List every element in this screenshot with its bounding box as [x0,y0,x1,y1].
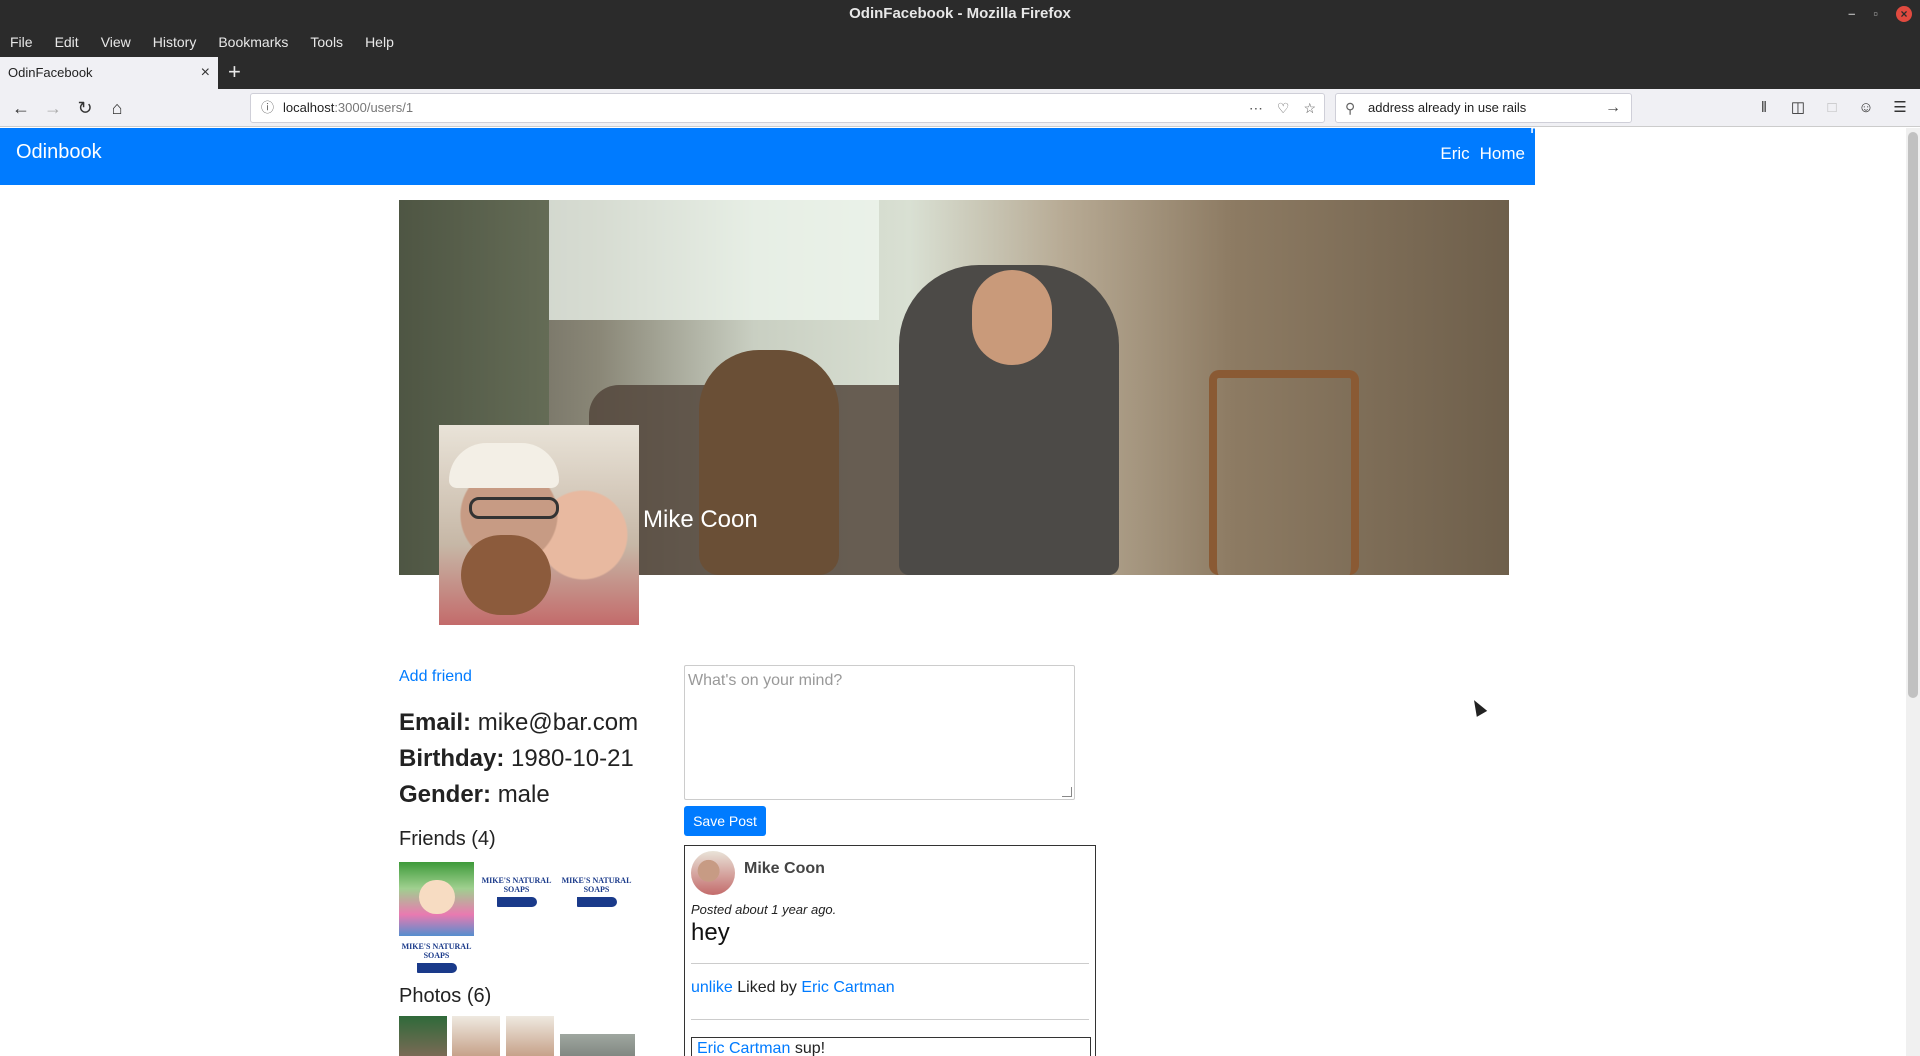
resize-handle-icon[interactable] [1062,787,1072,797]
photo-thumbnail[interactable] [506,1016,554,1056]
soap-logo: MIKE'S NATURAL SOAPS [559,862,634,907]
friend-thumbnail[interactable]: MIKE'S NATURAL SOAPS [399,936,474,986]
overflow-nav-links: Find Friends Sign Out Friend Requests(0) [1530,128,1842,138]
site-navbar: Odinbook Eric Home Find Friends Sign Out… [0,128,1842,185]
menu-view[interactable]: View [101,34,131,50]
home-icon[interactable]: ⌂ [104,95,130,121]
profile-avatar [439,425,639,625]
menu-file[interactable]: File [10,34,33,50]
post-likes-row: unlike Liked by Eric Cartman [691,979,895,997]
search-go-icon[interactable]: → [1605,94,1621,122]
profile-name: Mike Coon [643,506,758,533]
site-brand[interactable]: Odinbook [16,141,102,164]
soap-logo: MIKE'S NATURAL SOAPS [479,862,554,907]
post-body: hey [691,919,730,946]
nav-link-friend-requests[interactable]: Friend Requests(0) [1705,128,1842,138]
unlike-link[interactable]: unlike [691,979,733,996]
window-titlebar: OdinFacebook - Mozilla Firefox – ▫ × [0,0,1920,28]
maximize-icon[interactable]: ▫ [1873,0,1878,28]
tab-title: OdinFacebook [8,65,93,80]
soap-logo: MIKE'S NATURAL SOAPS [399,936,474,973]
save-post-button[interactable]: Save Post [684,806,766,836]
post-textarea[interactable]: What's on your mind? [684,665,1075,800]
site-info-icon[interactable]: ⓘ [261,94,274,122]
nav-link-find-friends[interactable]: Find Friends [1530,128,1619,138]
comment-author-link[interactable]: Eric Cartman [697,1040,790,1056]
add-friend-link[interactable]: Add friend [399,668,472,686]
nav-link-sign-out[interactable]: Sign Out [1631,128,1693,138]
search-input[interactable]: address already in use rails [1368,100,1526,115]
url-host: localhost [283,100,335,115]
photo-thumbnail[interactable] [560,1034,635,1056]
search-icon: ⚲ [1345,100,1356,116]
nav-link-home[interactable]: Home [1480,144,1525,164]
forward-icon[interactable]: → [40,95,66,121]
account-icon[interactable]: ☺ [1856,95,1876,121]
back-icon[interactable]: ← [8,95,34,121]
tab-close-icon[interactable]: × [201,57,210,89]
navigation-toolbar: ← → ↻ ⌂ ⓘ localhost:3000/users/1 ⋯ ♡ ☆ ⚲… [0,89,1920,127]
nav-links: Eric Home [1440,144,1525,164]
search-bar[interactable]: ⚲ address already in use rails → [1335,93,1632,123]
liked-by-label: Liked by [737,979,797,996]
gender-value: male [497,781,550,808]
extension-icon[interactable]: □ [1822,95,1842,121]
sidebar-icon[interactable]: ◫ [1788,95,1808,121]
menu-history[interactable]: History [153,34,197,50]
photo-thumbnail[interactable] [399,1016,447,1056]
post-divider [691,963,1089,964]
gender-row: Gender: male [399,781,550,809]
new-tab-icon[interactable]: + [228,57,241,89]
hamburger-menu-icon[interactable]: ☰ [1890,95,1910,121]
post-divider [691,1019,1089,1020]
liker-link[interactable]: Eric Cartman [801,979,894,996]
menu-edit[interactable]: Edit [55,34,79,50]
pocket-icon[interactable]: ♡ [1277,94,1290,122]
email-label: Email: [399,709,472,736]
page-viewport: Odinbook Eric Home Find Friends Sign Out… [0,128,1920,1056]
menu-bookmarks[interactable]: Bookmarks [218,34,288,50]
email-value: mike@bar.com [477,709,639,736]
url-path: :3000/users/1 [334,100,414,115]
post-author-avatar[interactable] [691,851,735,895]
page-actions-icon[interactable]: ⋯ [1249,94,1263,122]
comment-text: sup! [794,1040,826,1056]
post-timestamp: Posted about 1 year ago. [691,902,837,917]
post-author-name[interactable]: Mike Coon [744,860,825,878]
birthday-value: 1980-10-21 [511,745,634,772]
post-textarea-placeholder: What's on your mind? [688,672,843,689]
friends-title: Friends (4) [399,828,496,850]
tab-odinfacebook[interactable]: OdinFacebook × [0,57,218,89]
bookmark-star-icon[interactable]: ☆ [1303,94,1316,122]
email-row: Email: mike@bar.com [399,709,638,737]
photo-thumbnail[interactable] [452,1016,500,1056]
toolbar-right: ‖ ◫ □ ☺ ☰ [1754,95,1910,121]
url-actions: ⋯ ♡ ☆ [1249,94,1316,122]
menu-bar: File Edit View History Bookmarks Tools H… [0,28,1920,55]
close-icon[interactable]: × [1896,6,1912,22]
page-scrollbar[interactable] [1906,128,1920,1056]
post-card: Mike Coon Posted about 1 year ago. hey u… [684,845,1096,1056]
comment: Eric Cartman sup! [691,1037,1091,1056]
tab-strip: OdinFacebook × + [0,55,1920,89]
friend-thumbnail[interactable] [399,862,474,937]
nav-link-user[interactable]: Eric [1440,144,1469,164]
window-controls: – ▫ × [1848,0,1912,28]
url-bar[interactable]: ⓘ localhost:3000/users/1 ⋯ ♡ ☆ [250,93,1325,123]
minimize-icon[interactable]: – [1848,0,1855,28]
scrollbar-thumb[interactable] [1908,132,1918,698]
friend-thumbnail[interactable]: MIKE'S NATURAL SOAPS [479,862,554,937]
photos-title: Photos (6) [399,985,492,1007]
gender-label: Gender: [399,781,492,808]
birthday-row: Birthday: 1980-10-21 [399,745,634,773]
birthday-label: Birthday: [399,745,505,772]
menu-tools[interactable]: Tools [310,34,343,50]
window-title: OdinFacebook - Mozilla Firefox [849,5,1071,22]
menu-help[interactable]: Help [365,34,394,50]
library-icon[interactable]: ‖ [1754,95,1774,121]
friend-thumbnail[interactable]: MIKE'S NATURAL SOAPS [559,862,634,937]
reload-icon[interactable]: ↻ [72,95,98,121]
